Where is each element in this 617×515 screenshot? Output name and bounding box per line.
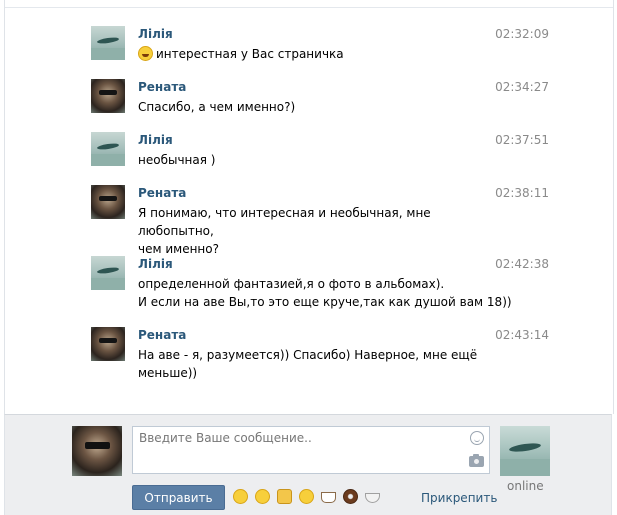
- avatar[interactable]: [91, 79, 125, 113]
- message-text: определенной фантазией,я о фото в альбом…: [138, 275, 518, 311]
- message-input[interactable]: Введите Ваше сообщение..: [132, 426, 490, 474]
- message-composer: Введите Ваше сообщение.. online Отправит…: [4, 414, 612, 515]
- peer-online-status: online: [507, 479, 544, 493]
- message-author[interactable]: Рената: [138, 186, 186, 200]
- message-text: На аве - я, разумеется)) Спасибо) Наверн…: [138, 346, 488, 382]
- message-text: необычная ): [138, 151, 488, 169]
- message-author[interactable]: Лілія: [138, 133, 173, 147]
- message-time: 02:42:38: [495, 257, 549, 271]
- avatar[interactable]: [91, 327, 125, 361]
- chat-history: Лілія 02:32:09 интерестная у Вас странич…: [4, 0, 614, 414]
- message-text: Спасибо, а чем именно?): [138, 98, 488, 116]
- camera-icon[interactable]: [469, 454, 484, 467]
- message-line: И если на аве Вы,то это еще круче,так ка…: [138, 295, 512, 309]
- message-time: 02:37:51: [495, 133, 549, 147]
- message-author[interactable]: Лілія: [138, 257, 173, 271]
- message-author[interactable]: Лілія: [138, 27, 173, 41]
- laughing-icon[interactable]: [299, 489, 314, 504]
- message-line: Я понимаю, что интересная и необычная, м…: [138, 206, 431, 238]
- message-line: необычная ): [138, 153, 216, 167]
- coffee-icon[interactable]: [321, 492, 336, 503]
- message-line: интерестная у Вас страничка: [156, 47, 344, 61]
- thumbs-up-icon[interactable]: [277, 489, 292, 504]
- avatar[interactable]: [91, 132, 125, 166]
- message-time: 02:34:27: [495, 80, 549, 94]
- peer-avatar[interactable]: [500, 426, 550, 476]
- avatar[interactable]: [91, 185, 125, 219]
- avatar[interactable]: [91, 26, 125, 60]
- avatar[interactable]: [91, 256, 125, 290]
- message-line: На аве - я, разумеется)) Спасибо) Наверн…: [138, 348, 478, 362]
- message-time: 02:38:11: [495, 186, 549, 200]
- message-line: определенной фантазией,я о фото в альбом…: [138, 277, 445, 291]
- attach-link[interactable]: Прикрепить: [421, 491, 497, 505]
- my-avatar[interactable]: [72, 426, 122, 476]
- donut-icon[interactable]: [343, 489, 358, 504]
- message-author[interactable]: Рената: [138, 328, 186, 342]
- message-time: 02:32:09: [495, 27, 549, 41]
- message-text: интерестная у Вас страничка: [138, 45, 488, 63]
- message-author[interactable]: Рената: [138, 80, 186, 94]
- send-button[interactable]: Отправить: [132, 485, 225, 510]
- message-line: чем именно?: [138, 242, 219, 256]
- rice-bowl-icon[interactable]: [365, 493, 380, 503]
- message-input-placeholder: Введите Ваше сообщение..: [139, 431, 312, 445]
- top-divider: [5, 7, 613, 8]
- rolling-eyes-icon[interactable]: [255, 489, 270, 504]
- message-text: Я понимаю, что интересная и необычная, м…: [138, 204, 488, 258]
- message-time: 02:43:14: [495, 328, 549, 342]
- message-line: Спасибо, а чем именно?): [138, 100, 296, 114]
- smile-icon: [138, 46, 153, 61]
- smile-picker-icon[interactable]: [470, 431, 484, 445]
- message-line: меньше)): [138, 366, 198, 380]
- wink-icon[interactable]: [233, 489, 248, 504]
